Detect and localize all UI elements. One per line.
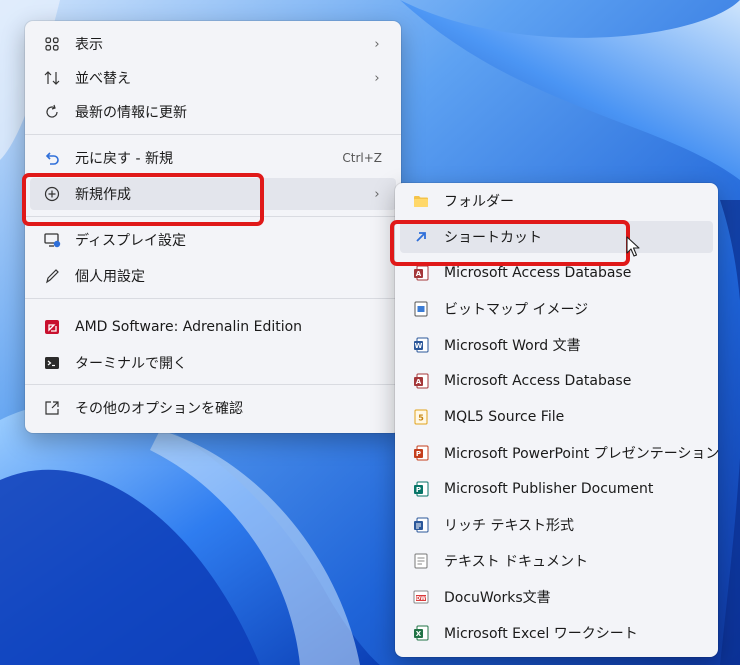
grid-icon (43, 35, 61, 53)
submenu-item-label: MQL5 Source File (444, 409, 565, 425)
menu-item-label: 表示 (75, 37, 103, 53)
shortcut-label: Ctrl+Z (342, 151, 382, 165)
menu-item-undo[interactable]: 元に戻す - 新規 Ctrl+Z (30, 142, 396, 174)
submenu-item-label: DocuWorks文書 (444, 590, 551, 606)
word-icon: W (412, 336, 430, 354)
menu-divider (25, 298, 401, 299)
undo-icon (43, 149, 61, 167)
submenu-item-excel[interactable]: X Microsoft Excel ワークシート (400, 617, 713, 649)
svg-text:DW: DW (416, 596, 426, 602)
menu-item-label: ターミナルで開く (75, 356, 187, 372)
svg-text:A: A (416, 378, 422, 386)
menu-item-label: ディスプレイ設定 (75, 233, 187, 249)
submenu-item-label: リッチ テキスト形式 (444, 518, 575, 534)
svg-text:P: P (416, 450, 421, 458)
submenu-item-access-database[interactable]: A Microsoft Access Database (400, 257, 713, 289)
menu-item-label: 最新の情報に更新 (75, 105, 187, 121)
folder-icon (412, 192, 430, 210)
submenu-item-rich-text[interactable]: リッチ テキスト形式 (400, 509, 713, 541)
menu-divider (25, 216, 401, 217)
terminal-icon (43, 354, 61, 372)
chevron-right-icon: › (374, 36, 380, 52)
submenu-item-folder[interactable]: フォルダー (400, 185, 713, 217)
svg-text:A: A (416, 270, 422, 278)
chevron-right-icon: › (374, 186, 380, 202)
menu-item-sort[interactable]: 並べ替え › (30, 62, 396, 94)
menu-item-refresh[interactable]: 最新の情報に更新 (30, 96, 396, 128)
powerpoint-icon: P (412, 444, 430, 462)
access-icon: A (412, 372, 430, 390)
publisher-icon: P (412, 480, 430, 498)
submenu-item-word[interactable]: W Microsoft Word 文書 (400, 329, 713, 361)
amd-icon (43, 318, 61, 336)
menu-divider (25, 384, 401, 385)
submenu-item-mql5[interactable]: 5 MQL5 Source File (400, 401, 713, 433)
submenu-item-label: ビットマップ イメージ (444, 302, 589, 318)
submenu-item-docuworks[interactable]: DW DocuWorks文書 (400, 581, 713, 613)
submenu-item-label: Microsoft Access Database (444, 373, 632, 389)
refresh-icon (43, 103, 61, 121)
docuworks-icon: DW (412, 588, 430, 606)
submenu-item-label: フォルダー (444, 194, 514, 210)
new-submenu: フォルダー ショートカット A Microsoft Access Databas… (395, 183, 719, 657)
sort-icon (43, 69, 61, 87)
submenu-item-label: ショートカット (444, 230, 542, 246)
menu-item-label: 新規作成 (75, 187, 131, 203)
submenu-item-shortcut[interactable]: ショートカット (400, 221, 713, 253)
submenu-item-label: Microsoft Word 文書 (444, 338, 581, 354)
menu-item-more-options[interactable]: その他のオプションを確認 (30, 392, 396, 424)
rtf-icon (412, 516, 430, 534)
submenu-item-bitmap[interactable]: ビットマップ イメージ (400, 293, 713, 325)
menu-item-personalize[interactable]: 個人用設定 (30, 260, 396, 292)
pen-icon (43, 267, 61, 285)
submenu-item-label: Microsoft PowerPoint プレゼンテーション (444, 446, 720, 462)
text-doc-icon (412, 552, 430, 570)
svg-text:X: X (416, 630, 422, 638)
submenu-item-powerpoint[interactable]: P Microsoft PowerPoint プレゼンテーション (400, 437, 719, 469)
svg-text:5: 5 (418, 414, 424, 423)
access-icon: A (412, 264, 430, 282)
menu-item-new[interactable]: 新規作成 › (30, 178, 396, 210)
submenu-item-label: テキスト ドキュメント (444, 554, 589, 570)
svg-text:W: W (415, 342, 423, 350)
submenu-item-publisher[interactable]: P Microsoft Publisher Document (400, 473, 713, 505)
menu-item-label: その他のオプションを確認 (75, 401, 243, 417)
submenu-item-access-database-2[interactable]: A Microsoft Access Database (400, 365, 713, 397)
display-icon (43, 231, 61, 249)
plus-circle-icon (43, 185, 61, 203)
menu-item-display-settings[interactable]: ディスプレイ設定 (30, 224, 396, 256)
menu-item-label: 個人用設定 (75, 269, 145, 285)
menu-item-open-terminal[interactable]: ターミナルで開く (30, 347, 396, 379)
menu-item-view[interactable]: 表示 › (30, 28, 396, 60)
excel-icon: X (412, 624, 430, 642)
menu-item-label: 並べ替え (75, 71, 131, 87)
desktop-context-menu: 表示 › 並べ替え › 最新の情報に更新 元に戻す - 新規 Ctrl+Z 新規… (25, 21, 401, 433)
bitmap-icon (412, 300, 430, 318)
menu-item-amd-software[interactable]: AMD Software: Adrenalin Edition (30, 311, 396, 343)
submenu-item-label: Microsoft Excel ワークシート (444, 626, 638, 642)
menu-item-label: 元に戻す - 新規 (75, 151, 173, 167)
menu-item-label: AMD Software: Adrenalin Edition (75, 319, 303, 335)
mql5-icon: 5 (412, 408, 430, 426)
mouse-cursor-icon (626, 236, 642, 262)
submenu-item-label: Microsoft Publisher Document (444, 481, 654, 497)
submenu-item-label: Microsoft Access Database (444, 265, 632, 281)
chevron-right-icon: › (374, 70, 380, 86)
submenu-item-text-document[interactable]: テキスト ドキュメント (400, 545, 713, 577)
svg-text:P: P (416, 486, 421, 494)
external-icon (43, 399, 61, 417)
menu-divider (25, 134, 401, 135)
shortcut-icon (412, 228, 430, 246)
